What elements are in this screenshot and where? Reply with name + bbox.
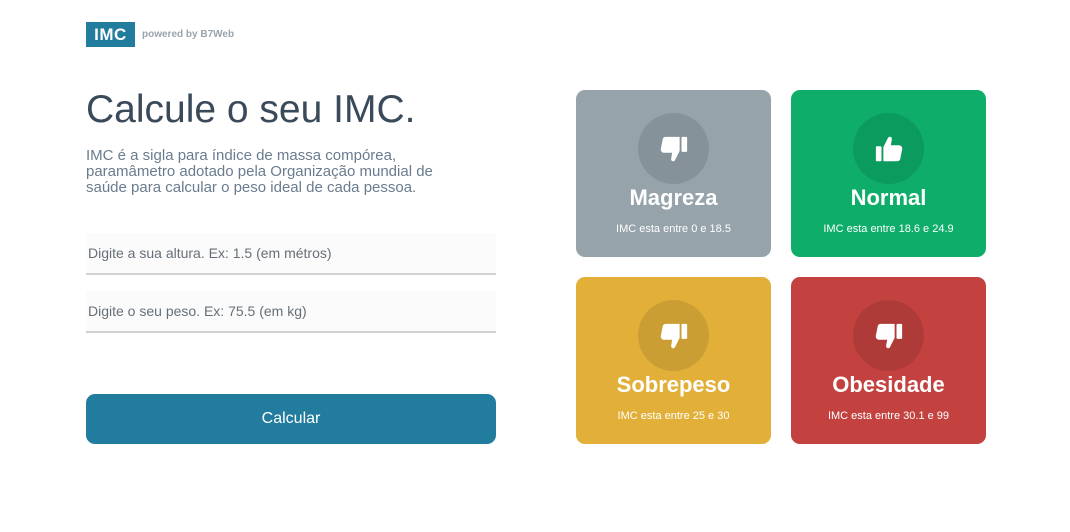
page: IMC powered by B7Web Calcule o seu IMC. …	[0, 0, 1070, 532]
card-title: Magreza	[629, 185, 718, 210]
page-description: IMC é a sigla para índice de massa compó…	[86, 147, 433, 196]
height-field-wrapper	[86, 233, 496, 275]
height-input[interactable]	[86, 233, 496, 273]
icon-circle	[853, 300, 924, 371]
logo: IMC powered by B7Web	[86, 22, 234, 47]
weight-input[interactable]	[86, 291, 496, 331]
card-range: IMC esta entre 18.6 e 24.9	[823, 223, 954, 235]
icon-circle	[853, 113, 924, 184]
thumbs-down-icon	[875, 323, 902, 348]
card-range: IMC esta entre 25 e 30	[617, 410, 730, 422]
weight-field-wrapper	[86, 291, 496, 333]
card-magreza[interactable]: Magreza IMC esta entre 0 e 18.5	[576, 90, 771, 257]
card-title: Normal	[850, 185, 927, 210]
icon-circle	[638, 300, 709, 371]
thumbs-down-icon	[660, 136, 687, 161]
calculate-button[interactable]: Calcular	[86, 394, 496, 444]
thumbs-up-icon	[875, 136, 902, 161]
card-range: IMC esta entre 30.1 e 99	[827, 410, 950, 422]
logo-badge: IMC	[86, 22, 135, 47]
thumbs-down-icon	[660, 323, 687, 348]
icon-circle	[638, 113, 709, 184]
card-range: IMC esta entre 0 e 18.5	[616, 223, 731, 235]
card-sobrepeso[interactable]: Sobrepeso IMC esta entre 25 e 30	[576, 277, 771, 444]
intro-section: Calcule o seu IMC. IMC é a sigla para ín…	[86, 86, 496, 196]
logo-tagline: powered by B7Web	[142, 29, 235, 40]
card-obesidade[interactable]: Obesidade IMC esta entre 30.1 e 99	[791, 277, 986, 444]
card-title: Sobrepeso	[616, 372, 731, 397]
page-title: Calcule o seu IMC.	[86, 88, 416, 131]
card-title: Obesidade	[832, 372, 945, 397]
card-normal[interactable]: Normal IMC esta entre 18.6 e 24.9	[791, 90, 986, 257]
